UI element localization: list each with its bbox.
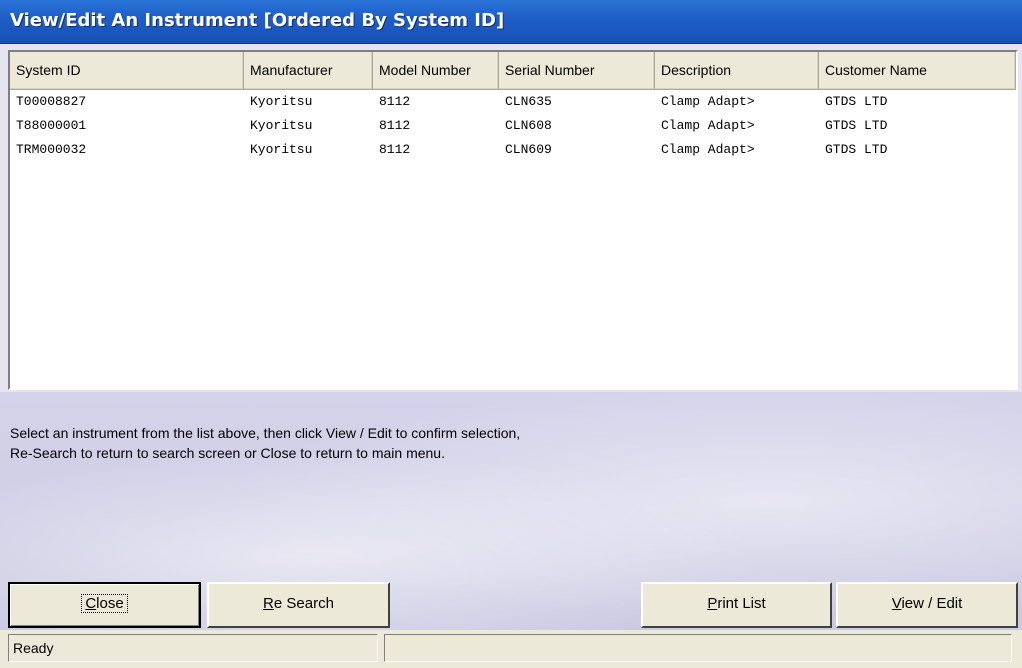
re-search-button[interactable]: Re Search: [207, 582, 390, 628]
status-pane-secondary: [384, 634, 1012, 662]
column-header-system-id[interactable]: System ID: [10, 52, 244, 90]
print-list-button-label: Print List: [707, 595, 766, 612]
list-header: System ID Manufacturer Model Number Seri…: [10, 52, 1016, 90]
cell-model-number: 8112: [379, 142, 411, 157]
cell-serial-number: CLN609: [505, 142, 552, 157]
cell-system-id: TRM000032: [16, 142, 87, 157]
column-header-model-number[interactable]: Model Number: [373, 52, 499, 90]
list-row[interactable]: T00008827 Kyoritsu 8112 CLN635 Clamp Ada…: [10, 90, 1016, 114]
window-title: View/Edit An Instrument [Ordered By Syst…: [10, 10, 505, 31]
column-header-description[interactable]: Description: [655, 52, 819, 90]
column-header-customer-name[interactable]: Customer Name: [819, 52, 1016, 90]
cell-model-number: 8112: [379, 118, 411, 133]
view-edit-button[interactable]: View / Edit: [836, 582, 1018, 628]
instructions-line-2: Re-Search to return to search screen or …: [10, 445, 445, 461]
instrument-list[interactable]: System ID Manufacturer Model Number Seri…: [8, 50, 1018, 390]
status-pane-main: Ready: [8, 634, 378, 662]
instructions-line-1: Select an instrument from the list above…: [10, 425, 521, 441]
column-header-manufacturer[interactable]: Manufacturer: [244, 52, 373, 90]
cell-description: Clamp Adapt>: [661, 94, 755, 109]
view-edit-button-label: View / Edit: [891, 595, 963, 612]
cell-customer-name: GTDS LTD: [825, 142, 888, 157]
close-button[interactable]: Close: [8, 582, 201, 628]
cell-customer-name: GTDS LTD: [825, 94, 888, 109]
cell-description: Clamp Adapt>: [661, 142, 755, 157]
print-list-button[interactable]: Print List: [641, 582, 832, 628]
column-header-serial-number[interactable]: Serial Number: [499, 52, 655, 90]
list-rows: T00008827 Kyoritsu 8112 CLN635 Clamp Ada…: [10, 90, 1016, 162]
cell-manufacturer: Kyoritsu: [250, 118, 313, 133]
list-row[interactable]: T88000001 Kyoritsu 8112 CLN608 Clamp Ada…: [10, 114, 1016, 138]
cell-serial-number: CLN635: [505, 94, 552, 109]
cell-system-id: T88000001: [16, 118, 87, 133]
cell-serial-number: CLN608: [505, 118, 552, 133]
cell-model-number: 8112: [379, 94, 411, 109]
title-bar: View/Edit An Instrument [Ordered By Syst…: [0, 0, 1022, 44]
instructions-text: Select an instrument from the list above…: [10, 423, 520, 463]
close-button-label: Close: [81, 594, 128, 613]
cell-description: Clamp Adapt>: [661, 118, 755, 133]
list-row[interactable]: TRM000032 Kyoritsu 8112 CLN609 Clamp Ada…: [10, 138, 1016, 162]
status-bar: Ready: [0, 630, 1022, 668]
cell-manufacturer: Kyoritsu: [250, 94, 313, 109]
cell-system-id: T00008827: [16, 94, 87, 109]
re-search-button-label: Re Search: [263, 595, 334, 612]
cell-customer-name: GTDS LTD: [825, 118, 888, 133]
cell-manufacturer: Kyoritsu: [250, 142, 313, 157]
